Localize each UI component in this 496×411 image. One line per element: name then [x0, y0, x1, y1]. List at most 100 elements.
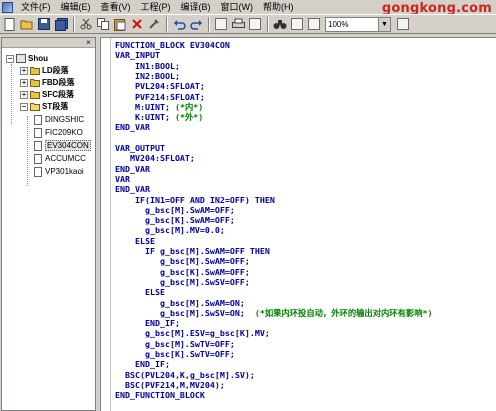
toolbar-extra-icon[interactable]: [395, 16, 411, 32]
delete-icon[interactable]: [129, 16, 145, 32]
code-comment: (*如果内环投自动，外环的输出对内环有影响*): [244, 307, 433, 318]
document-icon: [34, 140, 42, 151]
tree-group-label: FBD段落: [42, 78, 75, 87]
document-icon: [34, 166, 42, 177]
tree-group-sfc[interactable]: + SFC段落: [20, 89, 74, 100]
tree-connector: [11, 64, 12, 124]
menu-view[interactable]: 查看(V): [96, 0, 136, 14]
collapse-icon[interactable]: −: [20, 102, 28, 111]
code-text: g_bsc[M].SwAM=ON;: [115, 297, 245, 308]
menu-project[interactable]: 工程(P): [136, 0, 176, 14]
find-next-icon[interactable]: [289, 16, 305, 32]
code-text: BSC(PVL204,K,g_bsc[M].SV);: [115, 369, 255, 380]
tree-group-label: SFC段落: [42, 90, 74, 99]
code-editor[interactable]: FUNCTION_BLOCK EV304CON VAR_INPUT IN1:BOO…: [100, 37, 496, 411]
copy-icon[interactable]: [95, 16, 111, 32]
code-line: END_VAR: [115, 122, 150, 133]
tree-file-label: FIC209KO: [45, 128, 83, 137]
document-icon: [34, 114, 42, 125]
undo-icon[interactable]: [171, 16, 187, 32]
tree-root-label: Shou: [28, 54, 48, 63]
tree-panel-titlebar: ×: [2, 38, 95, 48]
cut-icon[interactable]: [78, 16, 94, 32]
menu-help[interactable]: 帮助(H): [258, 0, 299, 14]
code-line: END_FUNCTION_BLOCK: [115, 390, 205, 401]
code-text: IF(IN1=OFF AND IN2=OFF) THEN: [115, 194, 275, 205]
code-text: END_VAR: [115, 184, 150, 195]
tree-file-item[interactable]: VP301kaoi: [34, 166, 84, 177]
expand-icon[interactable]: +: [20, 66, 28, 75]
document-icon: [34, 153, 42, 164]
toolbar-separator: [73, 16, 75, 32]
tree-group-fbd[interactable]: + FBD段落: [20, 77, 74, 88]
code-text: END_IF;: [115, 318, 180, 329]
open-folder-icon[interactable]: [19, 16, 35, 32]
folder-icon: [30, 79, 40, 87]
tree-file-item[interactable]: FIC209KO: [34, 127, 83, 138]
collapse-icon[interactable]: −: [6, 54, 14, 63]
print-preview-icon[interactable]: [247, 16, 263, 32]
toolbar-separator: [267, 16, 269, 32]
tree-root[interactable]: − Shou: [6, 53, 48, 64]
code-text: g_bsc[M].SwAM=OFF;: [115, 204, 235, 215]
code-text: g_bsc[M].SwSV=OFF;: [115, 276, 250, 287]
paste-icon[interactable]: [112, 16, 128, 32]
code-text: g_bsc[M].SwAM=OFF;: [115, 256, 250, 267]
code-text: ELSE: [115, 287, 165, 298]
code-text: BSC(PVF214,M,MV204);: [115, 379, 225, 390]
close-icon[interactable]: ×: [84, 38, 93, 47]
tree-file-label: DINGSHIC: [45, 115, 85, 124]
code-comment: (*内*): [169, 101, 204, 112]
new-file-icon[interactable]: [2, 16, 18, 32]
code-text: IN1:BOOL;: [115, 60, 180, 71]
save-all-icon[interactable]: [53, 16, 69, 32]
menu-window[interactable]: 窗口(W): [216, 0, 259, 14]
tree-group-ld[interactable]: + LD段落: [20, 65, 69, 76]
code-comment: (*外*): [169, 112, 204, 123]
project-icon: [16, 54, 26, 63]
code-text: g_bsc[M].SwSV=ON;: [115, 307, 245, 318]
code-text: FUNCTION_BLOCK EV304CON: [115, 40, 230, 50]
save-icon[interactable]: [36, 16, 52, 32]
chevron-down-icon[interactable]: ▼: [378, 17, 390, 31]
redo-icon[interactable]: [188, 16, 204, 32]
zoom-select[interactable]: 100% ▼: [325, 16, 391, 32]
find-prev-icon[interactable]: [306, 16, 322, 32]
menu-edit[interactable]: 编辑(E): [56, 0, 96, 14]
code-text: IF g_bsc[M].SwAM=OFF THEN: [115, 246, 270, 256]
toolbar: 100% ▼: [0, 14, 496, 34]
folder-icon: [30, 67, 40, 75]
folder-icon: [30, 91, 40, 99]
print-icon[interactable]: [230, 16, 246, 32]
find-replace-icon[interactable]: [213, 16, 229, 32]
code-text: MV204:SFLOAT;: [115, 153, 195, 164]
code-text: PVF214:SFLOAT;: [115, 91, 205, 102]
code-text: VAR: [115, 173, 130, 184]
editor-gutter: [101, 38, 111, 411]
code-text: g_bsc[M].ESV=g_bsc[K].MV;: [115, 328, 270, 339]
tree-file-item[interactable]: ACCUMCC: [34, 153, 86, 164]
tree-file-item[interactable]: DINGSHIC: [34, 114, 84, 125]
code-text: K:UINT;: [115, 112, 170, 123]
code-text: END_VAR: [115, 122, 150, 133]
code-text: g_bsc[K].SwAM=OFF;: [115, 215, 235, 226]
tree-group-st[interactable]: − ST段落: [20, 101, 68, 112]
code-text: g_bsc[K].SwTV=OFF;: [115, 349, 235, 359]
code-text: ELSE: [115, 235, 155, 246]
menu-build[interactable]: 编译(B): [176, 0, 216, 14]
code-text: g_bsc[K].SwAM=OFF;: [115, 266, 250, 277]
code-text: END_IF;: [115, 359, 170, 370]
tree-file-label: VP301kaoi: [45, 167, 84, 176]
code-text: END_FUNCTION_BLOCK: [115, 390, 205, 401]
expand-icon[interactable]: +: [20, 90, 28, 99]
toolbar-separator: [208, 16, 210, 32]
build-icon[interactable]: [146, 16, 162, 32]
tree-file-label: EV304CON: [45, 140, 91, 151]
app-icon[interactable]: [2, 1, 13, 13]
menu-file[interactable]: 文件(F): [16, 0, 56, 14]
tree-connector: [27, 116, 28, 186]
tree-file-item-selected[interactable]: EV304CON: [34, 140, 91, 151]
binoculars-icon[interactable]: [272, 16, 288, 32]
code-text: END_VAR: [115, 163, 150, 174]
expand-icon[interactable]: +: [20, 78, 28, 87]
